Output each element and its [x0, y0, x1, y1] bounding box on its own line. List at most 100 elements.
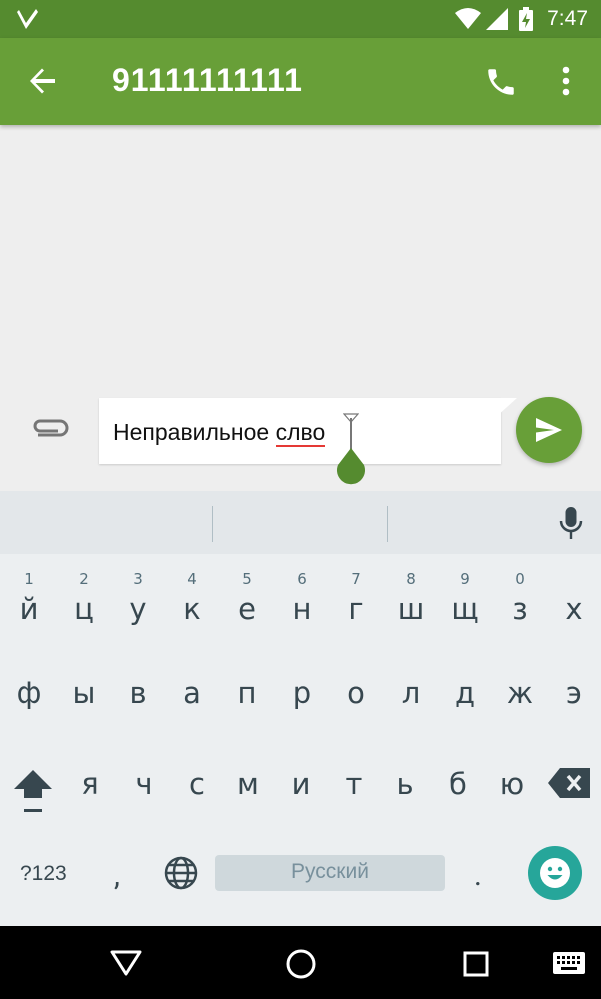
key-label: э [566, 676, 582, 710]
backspace-icon[interactable] [548, 768, 590, 798]
key-label: о [347, 676, 365, 710]
key[interactable]: э [547, 642, 601, 726]
signal-icon [486, 8, 508, 30]
key[interactable]: 1й [2, 556, 56, 640]
key-label: й [19, 592, 39, 626]
key[interactable]: ф [2, 642, 56, 726]
wifi-icon [455, 8, 481, 29]
key-hint: 6 [297, 570, 307, 588]
suggestion-divider [212, 506, 213, 542]
key[interactable]: р [275, 642, 329, 726]
key-hint: 1 [24, 570, 34, 588]
key[interactable]: о [329, 642, 383, 726]
keyboard-switch-icon[interactable] [552, 951, 586, 975]
key[interactable]: ж [493, 642, 547, 726]
emoji-button[interactable] [528, 846, 582, 900]
send-button[interactable] [516, 397, 582, 463]
paperclip-icon[interactable] [30, 415, 70, 445]
suggestion-divider [387, 506, 388, 542]
key-label: ф [16, 676, 42, 710]
cursor-handle-icon[interactable] [334, 448, 368, 486]
key-label: т [345, 767, 363, 801]
conversation-title: 91111111111 [112, 62, 303, 98]
key[interactable]: ь [378, 733, 432, 817]
key[interactable]: 8ш [384, 556, 438, 640]
key-label: в [129, 676, 147, 710]
comma-key[interactable]: , [114, 858, 120, 893]
nav-home-icon[interactable] [285, 948, 317, 980]
back-arrow-icon[interactable] [27, 65, 59, 97]
clock: 7:47 [547, 7, 588, 30]
key-label: ю [499, 767, 525, 801]
key-hint: 5 [242, 570, 252, 588]
key[interactable]: ю [485, 733, 539, 817]
key[interactable]: 0з [493, 556, 547, 640]
space-key-label: Русский [291, 860, 369, 883]
more-vert-icon[interactable] [552, 64, 580, 98]
suggestion-strip [0, 491, 601, 554]
period-key[interactable]: . [474, 858, 482, 893]
compose-box-notch [497, 398, 517, 416]
key[interactable]: б [431, 733, 485, 817]
key-label: п [237, 676, 257, 710]
key[interactable]: 7г [329, 556, 383, 640]
misspelled-word[interactable]: слво [275, 419, 326, 447]
key-label: з [512, 592, 528, 626]
key[interactable]: л [384, 642, 438, 726]
key-label: г [348, 592, 364, 626]
key-label: к [183, 592, 201, 626]
key[interactable]: а [165, 642, 219, 726]
phone-icon[interactable] [484, 65, 518, 99]
key-hint: 3 [133, 570, 143, 588]
key-hint: 7 [351, 570, 361, 588]
key-hint: 8 [406, 570, 416, 588]
symbols-key[interactable]: ?123 [20, 862, 67, 886]
key[interactable]: т [327, 733, 381, 817]
globe-icon[interactable] [163, 855, 199, 891]
key[interactable]: в [111, 642, 165, 726]
key[interactable]: 5е [220, 556, 274, 640]
conversation-toolbar: 91111111111 [0, 38, 601, 125]
mic-icon[interactable] [558, 506, 584, 540]
nav-recents-icon[interactable] [463, 951, 489, 977]
key-hint: 4 [187, 570, 197, 588]
key-label: ь [396, 767, 414, 801]
key-label: ы [72, 676, 96, 710]
key-label: н [292, 592, 312, 626]
key[interactable]: 3у [111, 556, 165, 640]
key[interactable]: д [438, 642, 492, 726]
send-icon [536, 418, 562, 442]
key-label: е [238, 592, 256, 626]
key[interactable]: п [220, 642, 274, 726]
message-text[interactable]: Неправильное слво [113, 419, 326, 447]
key-label: а [183, 676, 201, 710]
text-cursor [350, 418, 352, 452]
key[interactable]: 4к [165, 556, 219, 640]
key[interactable]: с [170, 733, 224, 817]
key-hint: 0 [515, 570, 525, 588]
key-label: у [129, 592, 147, 626]
key[interactable]: ы [57, 642, 111, 726]
shift-icon[interactable] [10, 764, 56, 818]
key[interactable]: 6н [275, 556, 329, 640]
key-label: с [189, 767, 205, 801]
key-label: я [81, 767, 99, 801]
key-label: ж [506, 676, 534, 710]
key[interactable]: 9щ [438, 556, 492, 640]
battery-charging-icon [519, 7, 533, 31]
key-label: ч [135, 767, 153, 801]
key-label: ц [74, 592, 94, 626]
key-label: щ [451, 592, 479, 626]
status-bar: 7:47 [0, 0, 601, 38]
screen: 7:47 91111111111 Неправильное слво 1 й 2… [0, 0, 601, 999]
key[interactable]: ч [117, 733, 171, 817]
key[interactable]: х [547, 556, 601, 640]
space-key[interactable]: Русский [215, 855, 445, 891]
nav-back-icon[interactable] [110, 950, 142, 976]
key[interactable]: м [221, 733, 275, 817]
key-label: ш [397, 592, 425, 626]
key[interactable]: 2ц [57, 556, 111, 640]
key[interactable]: и [274, 733, 328, 817]
key[interactable]: я [63, 733, 117, 817]
key-label: д [454, 676, 476, 710]
